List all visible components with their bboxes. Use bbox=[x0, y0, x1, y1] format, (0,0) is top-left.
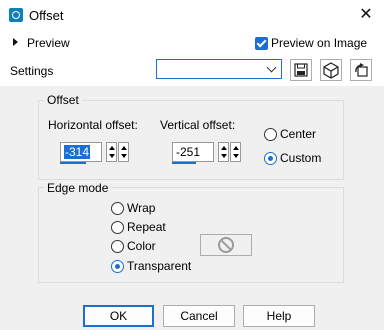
horizontal-offset-stepper[interactable] bbox=[106, 142, 117, 162]
preview-on-image-label: Preview on Image bbox=[271, 36, 368, 50]
custom-radio[interactable] bbox=[264, 152, 277, 165]
stepper-down-icon[interactable] bbox=[221, 154, 227, 158]
edge-transparent-radio[interactable] bbox=[111, 260, 124, 273]
help-button[interactable]: Help bbox=[243, 305, 315, 327]
vertical-offset-stepper-alt[interactable] bbox=[230, 142, 241, 162]
edge-mode-group-label: Edge mode bbox=[44, 181, 112, 195]
horizontal-offset-value: -314 bbox=[64, 145, 91, 159]
preview-toggle[interactable]: Preview bbox=[27, 36, 70, 50]
stepper-up-icon[interactable] bbox=[121, 146, 127, 150]
edge-wrap-radio[interactable] bbox=[111, 202, 124, 215]
center-label: Center bbox=[280, 127, 317, 141]
save-preset-icon bbox=[294, 63, 308, 77]
stepper-up-icon[interactable] bbox=[221, 146, 227, 150]
stepper-down-icon[interactable] bbox=[121, 154, 127, 158]
expand-chevron-icon[interactable] bbox=[13, 38, 18, 46]
save-preset-button[interactable] bbox=[290, 59, 312, 81]
edge-repeat-label: Repeat bbox=[127, 220, 166, 234]
edge-transparent-label: Transparent bbox=[127, 259, 192, 273]
edge-repeat-radio[interactable] bbox=[111, 221, 124, 234]
center-radio[interactable] bbox=[264, 128, 277, 141]
stepper-down-icon[interactable] bbox=[233, 154, 239, 158]
window-title: Offset bbox=[29, 8, 64, 23]
horizontal-offset-stepper-alt[interactable] bbox=[118, 142, 129, 162]
load-preset-button[interactable] bbox=[320, 59, 342, 81]
close-icon[interactable]: ✕ bbox=[354, 3, 378, 27]
edge-color-radio[interactable] bbox=[111, 240, 124, 253]
dialog-icon bbox=[9, 8, 23, 22]
vertical-focus-underline bbox=[172, 162, 196, 164]
vertical-offset-stepper[interactable] bbox=[218, 142, 229, 162]
edge-color-label: Color bbox=[127, 239, 156, 253]
stepper-up-icon[interactable] bbox=[109, 146, 115, 150]
horizontal-offset-input[interactable]: -314 bbox=[60, 142, 102, 162]
preview-on-image-checkbox[interactable] bbox=[255, 37, 268, 50]
load-preset-icon bbox=[323, 62, 339, 79]
no-color-icon bbox=[218, 237, 234, 253]
vertical-offset-value: -251 bbox=[176, 145, 201, 159]
edge-wrap-label: Wrap bbox=[127, 201, 156, 215]
horizontal-focus-underline bbox=[60, 162, 86, 164]
ok-button[interactable]: OK bbox=[83, 305, 154, 327]
custom-label: Custom bbox=[280, 151, 322, 165]
cancel-button[interactable]: Cancel bbox=[163, 305, 235, 327]
stepper-down-icon[interactable] bbox=[109, 154, 115, 158]
preset-combobox[interactable] bbox=[156, 59, 282, 79]
vertical-offset-input[interactable]: -251 bbox=[172, 142, 214, 162]
horizontal-offset-label: Horizontal offset: bbox=[48, 118, 138, 132]
stepper-up-icon[interactable] bbox=[233, 146, 239, 150]
settings-label: Settings bbox=[10, 64, 54, 78]
reset-icon bbox=[355, 63, 368, 77]
reset-button[interactable] bbox=[350, 59, 372, 81]
vertical-offset-label: Vertical offset: bbox=[160, 118, 236, 132]
offset-group-label: Offset bbox=[44, 93, 82, 107]
